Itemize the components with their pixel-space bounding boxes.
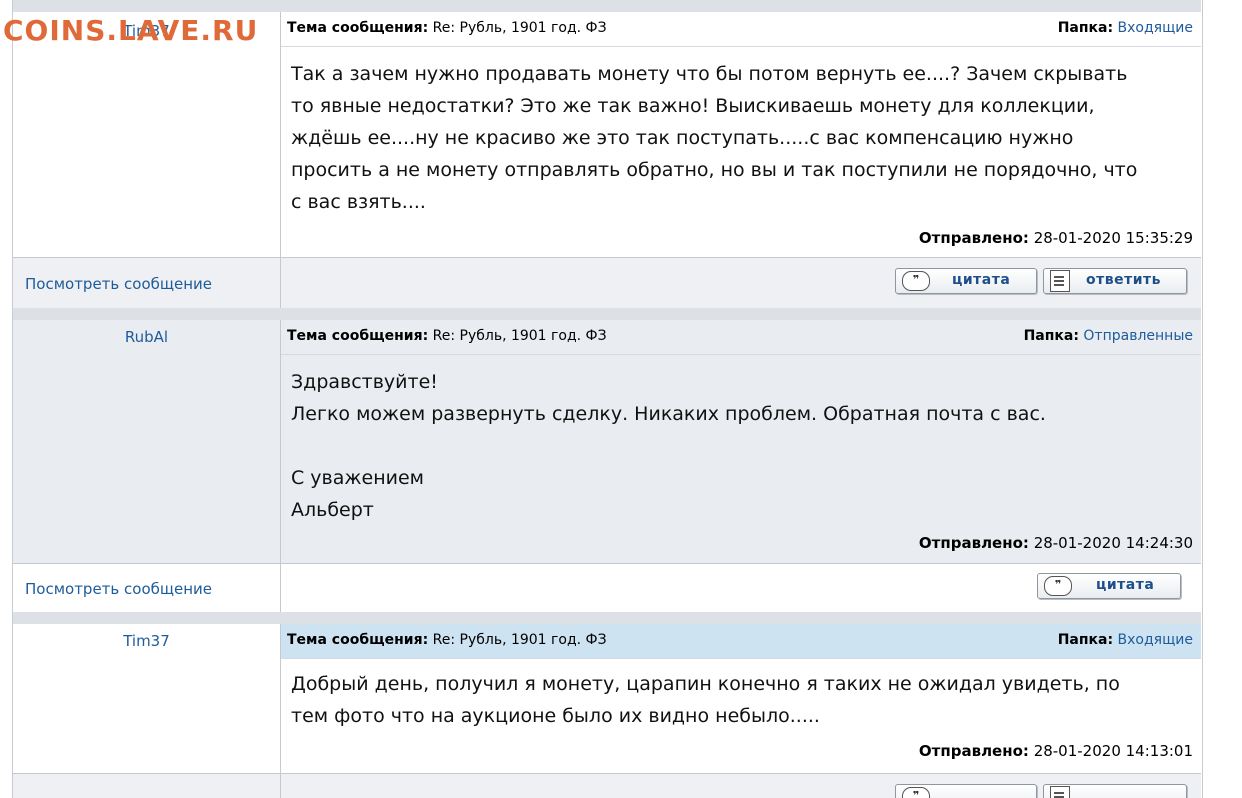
quote-icon: ❞ [902, 271, 930, 291]
subject-text: Re: Рубль, 1901 год. ФЗ [432, 632, 607, 648]
document-icon [1050, 786, 1070, 798]
body-line: С уважением [291, 467, 424, 489]
folder-link[interactable]: Входящие [1118, 20, 1193, 36]
sent-label: Отправлено: [918, 534, 1029, 552]
message-body: Так а зачем нужно продавать монету что б… [291, 58, 1137, 218]
subject-text: Re: Рубль, 1901 год. ФЗ [432, 328, 607, 344]
body-line: Так а зачем нужно продавать монету что б… [291, 63, 1128, 85]
reply-button[interactable]: ответить [1043, 268, 1187, 294]
quote-button[interactable]: ❞ [895, 784, 1037, 798]
document-icon [1050, 270, 1070, 292]
actions-left-cell: Посмотреть сообщение [13, 564, 281, 612]
actions-row-1: Посмотреть сообщение ❞ цитата ответить [13, 258, 1201, 308]
sent-date: 28-01-2020 14:13:01 [1033, 742, 1193, 760]
separator [13, 612, 1201, 624]
reply-button-label: ответить [1086, 272, 1161, 288]
body-line: Здравствуйте! [291, 371, 438, 393]
subject-text: Re: Рубль, 1901 год. ФЗ [432, 20, 607, 36]
folder-link[interactable]: Отправленные [1083, 328, 1193, 344]
body-line: с вас взять.... [291, 191, 426, 213]
reply-button[interactable] [1043, 784, 1187, 798]
body-line: Добрый день, получил я монету, царапин к… [291, 673, 1120, 695]
author-cell: RubAl [13, 320, 281, 564]
actions-left-cell [13, 774, 281, 798]
message-3: Tim37 Тема сообщения: Re: Рубль, 1901 го… [13, 624, 1201, 774]
quote-button[interactable]: ❞ цитата [1037, 573, 1181, 599]
message-body: Здравствуйте! Легко можем развернуть сде… [291, 366, 1046, 526]
author-cell: Tim37 [13, 12, 281, 258]
quote-button[interactable]: ❞ цитата [895, 268, 1037, 294]
author-link[interactable]: Tim37 [13, 632, 280, 650]
body-line: ждёшь ее....ну не красиво же это так пос… [291, 127, 1074, 149]
actions-left-cell: Посмотреть сообщение [13, 258, 281, 308]
body-line: Легко можем развернуть сделку. Никаких п… [291, 403, 1046, 425]
actions-row-2: Посмотреть сообщение ❞ цитата [13, 564, 1201, 612]
folder-label: Папка: [1023, 328, 1079, 344]
message-1: Tim37 Тема сообщения: Re: Рубль, 1901 го… [13, 12, 1201, 258]
actions-row-3: ❞ [13, 774, 1201, 798]
folder-label: Папка: [1057, 632, 1114, 648]
sent-info: Отправлено: 28-01-2020 14:24:30 [919, 534, 1193, 552]
message-body: Добрый день, получил я монету, царапин к… [291, 668, 1120, 732]
subject-row: Тема сообщения: Re: Рубль, 1901 год. ФЗ … [281, 624, 1201, 659]
subject-row: Тема сообщения: Re: Рубль, 1901 год. ФЗ … [281, 320, 1201, 355]
sent-date: 28-01-2020 14:24:30 [1033, 534, 1193, 552]
sent-info: Отправлено: 28-01-2020 14:13:01 [919, 742, 1193, 760]
folder-label: Папка: [1057, 20, 1114, 36]
body-line: Альберт [291, 499, 374, 521]
separator [13, 308, 1201, 320]
sent-date: 28-01-2020 15:35:29 [1033, 229, 1193, 247]
message-2: RubAl Тема сообщения: Re: Рубль, 1901 го… [13, 320, 1201, 564]
sent-label: Отправлено: [918, 742, 1029, 760]
author-cell: Tim37 [13, 624, 281, 774]
body-line: тем фото что на аукционе было их видно н… [291, 705, 820, 727]
subject-label: Тема сообщения: [287, 328, 429, 344]
folder-link[interactable]: Входящие [1118, 632, 1193, 648]
subject-row: Тема сообщения: Re: Рубль, 1901 год. ФЗ … [281, 12, 1201, 47]
quote-icon: ❞ [902, 787, 930, 798]
author-link[interactable]: RubAl [13, 328, 280, 346]
body-line: то явные недостатки? Это же так важно! В… [291, 95, 1095, 117]
body-line: просить а не монету отправлять обратно, … [291, 159, 1138, 181]
quote-button-label: цитата [952, 272, 1011, 288]
subject-label: Тема сообщения: [287, 20, 429, 36]
sent-label: Отправлено: [918, 229, 1029, 247]
subject-label: Тема сообщения: [287, 632, 429, 648]
watermark: COINS.LAVE.RU [3, 14, 259, 47]
body-line [291, 430, 1046, 462]
separator [13, 0, 1201, 12]
view-message-link[interactable]: Посмотреть сообщение [25, 275, 212, 293]
quote-icon: ❞ [1044, 576, 1072, 596]
quote-button-label: цитата [1096, 577, 1155, 593]
sent-info: Отправлено: 28-01-2020 15:35:29 [919, 229, 1193, 247]
view-message-link[interactable]: Посмотреть сообщение [25, 580, 212, 598]
